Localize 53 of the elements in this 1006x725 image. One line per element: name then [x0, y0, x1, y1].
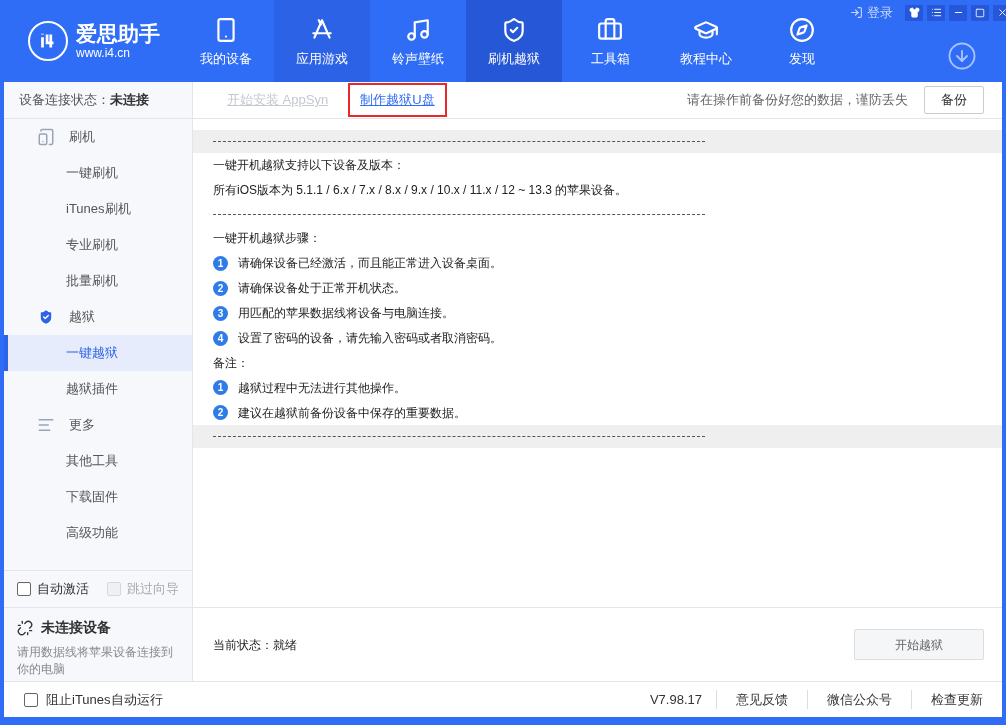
- device-status-description: 请用数据线将苹果设备连接到你的电脑: [17, 644, 174, 678]
- footer-link[interactable]: 意见反馈: [716, 689, 807, 710]
- content-text: 备注：: [213, 354, 249, 372]
- sidebar-item[interactable]: iTunes刷机: [4, 191, 192, 227]
- backup-hint: 请在操作前备份好您的数据，谨防丢失: [687, 91, 908, 110]
- website-url: www.i4.cn: [76, 46, 132, 60]
- step-text: 请确保设备处于正常开机状态。: [238, 280, 406, 297]
- step-text: 请确保设备已经激活，而且能正常进入设备桌面。: [238, 255, 502, 272]
- device-status-title: 未连接设备: [41, 618, 111, 637]
- nav-tab[interactable]: 教程中心: [658, 0, 754, 82]
- step-number: 3: [213, 305, 228, 321]
- step-text: 设置了密码的设备，请先输入密码或者取消密码。: [238, 330, 502, 347]
- step-number: 4: [213, 330, 228, 346]
- sidebar-item[interactable]: 其他工具: [4, 443, 192, 479]
- step-number: 1: [213, 380, 228, 395]
- sidebar-item[interactable]: 一键刷机: [4, 155, 192, 191]
- backup-button[interactable]: 备份: [924, 86, 984, 114]
- sidebar-item[interactable]: 越狱插件: [4, 371, 192, 407]
- step-text: 用匹配的苹果数据线将设备与电脑连接。: [238, 305, 454, 322]
- nav-tab[interactable]: 铃声壁纸: [370, 0, 466, 82]
- checkbox-label: 跳过向导: [127, 580, 179, 599]
- nav-tab[interactable]: 发现: [754, 0, 850, 82]
- content-text: 所有iOS版本为 5.1.1 / 6.x / 7.x / 8.x / 9.x / 10.x / 11.x / 12 ~ 13.3 的苹果设备。: [213, 181, 628, 199]
- nav-tab[interactable]: 应用游戏: [274, 0, 370, 82]
- step-text: 建议在越狱前备份设备中保存的重要数据。: [238, 404, 466, 422]
- content-text: 一键开机越狱支持以下设备及版本：: [213, 157, 405, 175]
- sidebar-section: 刷机: [69, 127, 95, 147]
- tool-link[interactable]: 制作越狱U盘: [348, 83, 447, 117]
- step-number: 2: [213, 280, 228, 296]
- nav-tab[interactable]: 我的设备: [178, 0, 274, 82]
- content-text: 一键开机越狱步骤：: [213, 230, 321, 248]
- current-status-value: 就绪: [273, 636, 297, 654]
- connection-status-label: 设备连接状态：: [19, 91, 110, 110]
- app-name: 爱思助手: [76, 22, 160, 46]
- sidebar-item[interactable]: 下载固件: [4, 479, 192, 515]
- current-status-label: 当前状态：: [213, 636, 273, 654]
- footer-link[interactable]: 微信公众号: [807, 689, 911, 710]
- nav-tab[interactable]: 工具箱: [562, 0, 658, 82]
- step-text: 越狱过程中无法进行其他操作。: [238, 379, 406, 397]
- checkbox-label: 自动激活: [37, 580, 89, 599]
- nav-tab[interactable]: 刷机越狱: [466, 0, 562, 82]
- sidebar-section: 更多: [69, 415, 95, 435]
- connection-status-value: 未连接: [110, 91, 149, 110]
- checkbox-label: 阻止iTunes自动运行: [46, 690, 163, 709]
- sidebar-item[interactable]: 一键越狱: [4, 335, 192, 371]
- sidebar-section: 越狱: [69, 307, 95, 327]
- sidebar-item[interactable]: 批量刷机: [4, 263, 192, 299]
- footer-link[interactable]: 检查更新: [911, 689, 1002, 710]
- step-number: 1: [213, 255, 228, 271]
- sidebar-item[interactable]: 高级功能: [4, 515, 192, 551]
- step-number: 2: [213, 405, 228, 420]
- version-text: V7.98.17: [648, 690, 703, 709]
- sidebar-item[interactable]: 专业刷机: [4, 227, 192, 263]
